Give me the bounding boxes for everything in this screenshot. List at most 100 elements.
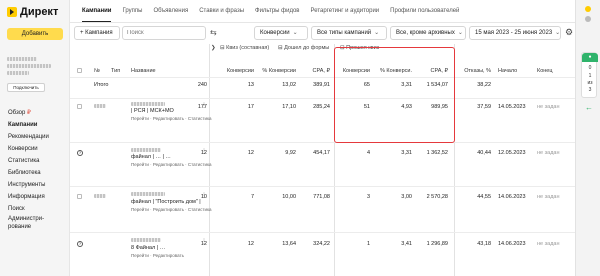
cell-refusals: 40,44 bbox=[477, 150, 491, 156]
kviz-square-icon: ⊟ bbox=[220, 45, 225, 51]
sidebar-item-conversions[interactable]: Конверсии bbox=[8, 143, 49, 155]
conversions-dropdown-label: Конверсии bbox=[260, 30, 290, 36]
tab-groups[interactable]: Группы bbox=[122, 0, 142, 22]
row-actions[interactable]: Перейти · Редактировать bbox=[131, 253, 184, 258]
tab-campaigns[interactable]: Кампании bbox=[82, 0, 112, 22]
sidebar-item-campaigns[interactable]: Кампании bbox=[8, 119, 49, 131]
blurred-campaign-title bbox=[131, 192, 165, 196]
campaign-types-dropdown[interactable]: Все типы кампаний bbox=[311, 26, 387, 40]
connect-button[interactable]: Подключить bbox=[7, 83, 45, 92]
cell-conv1: 7 bbox=[250, 194, 254, 200]
tab-feed-filters[interactable]: Фильтры фидов bbox=[255, 0, 299, 22]
blurred-campaign-id bbox=[94, 104, 106, 108]
sidebar-item-information[interactable]: Информация bbox=[8, 191, 49, 203]
table-row[interactable]: | РСЯ | МСК+МО Перейти · Редактировать ·… bbox=[70, 98, 575, 142]
rail-count-of: из bbox=[587, 80, 593, 86]
row-checkbox[interactable] bbox=[77, 194, 82, 199]
notification-dot-icon[interactable] bbox=[585, 6, 591, 12]
total-refusals: 38,22 bbox=[477, 82, 491, 88]
sidebar-item-administration-cont[interactable]: рование bbox=[8, 223, 49, 231]
assistant-widget[interactable]: ● 0 1 из 3 bbox=[581, 52, 598, 98]
tab-retargeting[interactable]: Ретаргетинг и аудитории bbox=[310, 0, 379, 22]
cell-cpa1: 454,17 bbox=[313, 150, 330, 156]
status-dropdown[interactable]: Все, кроме архивных bbox=[390, 26, 466, 40]
sidebar: Директ Добавить Подключить Обзор ₽ Кампа… bbox=[0, 0, 70, 276]
cell-pct2: 3,31 bbox=[401, 150, 412, 156]
tab-bids-phrases[interactable]: Ставки и фразы bbox=[199, 0, 244, 22]
row-actions[interactable]: Перейти · Редактировать · Статистика bbox=[131, 116, 212, 121]
logo[interactable]: Директ bbox=[7, 6, 58, 18]
sidebar-item-administration[interactable]: Администри- bbox=[8, 215, 49, 223]
question-icon[interactable]: ? bbox=[77, 150, 83, 156]
ruble-badge: ₽ bbox=[27, 110, 31, 116]
tabs-divider bbox=[70, 22, 575, 23]
blurred-account-info bbox=[7, 64, 51, 68]
before-form-square-icon: ⊟ bbox=[278, 45, 283, 51]
cell-refusals: 44,55 bbox=[477, 194, 491, 200]
date-range-label: 15 мая 2023 - 25 июня 2023 bbox=[475, 30, 553, 36]
add-campaign-button[interactable]: + Кампания bbox=[74, 26, 120, 40]
group-header-before-form: ⊟ Дошел до формы bbox=[278, 45, 329, 51]
table-row[interactable]: файнал | "Построить дом" | Перейти · Ред… bbox=[70, 186, 575, 232]
cell-conv2: 4 bbox=[366, 150, 370, 156]
profile-dot-icon[interactable] bbox=[585, 16, 591, 22]
cell-end: не задан bbox=[537, 241, 560, 247]
total-label: Итого bbox=[94, 82, 109, 88]
campaign-name[interactable]: | РСЯ | МСК+МО bbox=[131, 108, 174, 114]
search-input[interactable] bbox=[122, 26, 206, 40]
rail-count-2: 1 bbox=[588, 73, 592, 79]
rail-count-1: 0 bbox=[588, 65, 592, 71]
blurred-campaign-title bbox=[131, 148, 161, 152]
sidebar-item-library[interactable]: Библиотека bbox=[8, 167, 49, 179]
tab-ads[interactable]: Объявления bbox=[153, 0, 188, 22]
sidebar-item-statistics[interactable]: Статистика bbox=[8, 155, 49, 167]
cell-cpa1: 771,08 bbox=[313, 194, 330, 200]
cell-c0: 10 bbox=[200, 194, 207, 200]
cell-pct2: 3,41 bbox=[401, 241, 412, 247]
cell-refusals: 43,18 bbox=[477, 241, 491, 247]
direct-logo-icon bbox=[7, 7, 17, 17]
conversions-dropdown[interactable]: Конверсии bbox=[254, 26, 308, 40]
group-header-kviz: ⊟ Квиз (составная) bbox=[220, 45, 269, 51]
cell-end: не задан bbox=[537, 150, 560, 156]
add-button[interactable]: Добавить bbox=[7, 28, 63, 40]
settings-sliders-icon[interactable]: ⇆ bbox=[210, 28, 217, 37]
logo-text: Директ bbox=[20, 6, 59, 18]
campaign-name[interactable]: файнал | … | … bbox=[131, 154, 171, 160]
sidebar-item-overview[interactable]: Обзор ₽ bbox=[8, 107, 49, 119]
question-icon[interactable]: ? bbox=[77, 241, 83, 247]
top-tabs: Кампании Группы Объявления Ставки и фраз… bbox=[82, 0, 459, 22]
cell-c0: 177 bbox=[197, 104, 207, 110]
cell-pct1: 17,10 bbox=[282, 104, 296, 110]
cell-conv1: 12 bbox=[247, 241, 254, 247]
cell-c0: 12 bbox=[200, 150, 207, 156]
select-all-checkbox[interactable] bbox=[77, 68, 82, 73]
campaign-name[interactable]: 8 Файнал | … bbox=[131, 245, 165, 251]
date-range-picker[interactable]: 15 мая 2023 - 25 июня 2023 bbox=[469, 26, 561, 40]
group-header-row: ❯ ⊟ Квиз (составная) ⊟ Дошел до формы ⊟ … bbox=[70, 44, 575, 54]
sidebar-item-recommendations[interactable]: Рекомендации bbox=[8, 131, 49, 143]
table-row[interactable]: ? 8 Файнал | … Перейти · Редактировать ⋮… bbox=[70, 232, 575, 276]
sidebar-item-search[interactable]: Поиск bbox=[8, 203, 49, 215]
sidebar-item-tools[interactable]: Инструменты bbox=[8, 179, 49, 191]
scroll-left-chevron-icon[interactable]: ❯ bbox=[211, 45, 216, 51]
cell-refusals: 37,59 bbox=[477, 104, 491, 110]
arrow-left-icon[interactable]: ← bbox=[583, 103, 595, 112]
cell-pct1: 9,92 bbox=[285, 150, 296, 156]
row-actions[interactable]: Перейти · Редактировать · Статистика bbox=[131, 162, 212, 167]
blurred-campaign-title bbox=[131, 238, 161, 242]
blurred-campaign-title bbox=[131, 102, 165, 106]
cell-pct2: 3,00 bbox=[401, 194, 412, 200]
cell-start: 14.06.2023 bbox=[498, 241, 526, 247]
blurred-account-id bbox=[7, 71, 29, 75]
blurred-account-name bbox=[7, 57, 37, 61]
tab-user-profiles[interactable]: Профили пользователей bbox=[390, 0, 459, 22]
blurred-campaign-id bbox=[94, 194, 106, 198]
row-actions[interactable]: Перейти · Редактировать · Статистика bbox=[131, 207, 212, 212]
table-row[interactable]: ? файнал | … | … Перейти · Редактировать… bbox=[70, 142, 575, 186]
gear-icon[interactable]: ⚙ bbox=[565, 27, 573, 38]
right-rail: ● 0 1 из 3 ← bbox=[575, 0, 600, 276]
cell-c0: 12 bbox=[200, 241, 207, 247]
row-checkbox[interactable] bbox=[77, 104, 82, 109]
campaigns-table: ❯ ⊟ Квиз (составная) ⊟ Дошел до формы ⊟ … bbox=[70, 44, 575, 276]
